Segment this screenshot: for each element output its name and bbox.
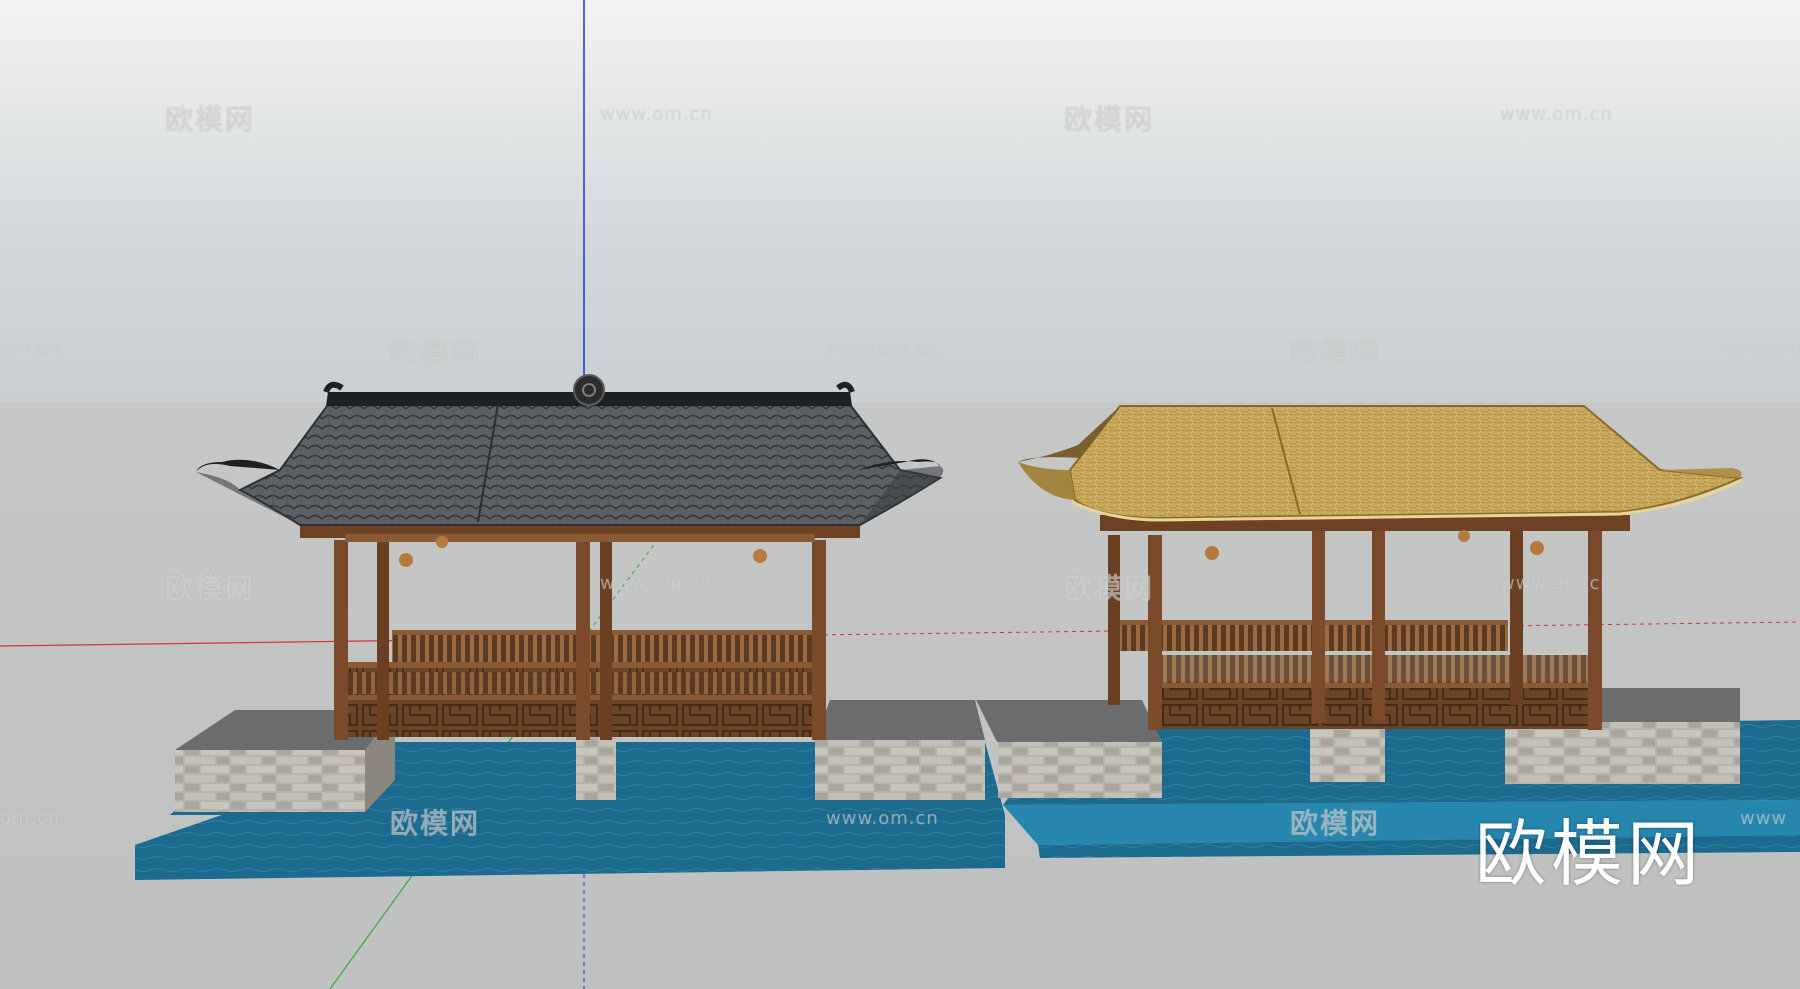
watermark-url: www.om.cn <box>600 104 713 125</box>
watermark-url: www.om.cn <box>1500 104 1613 125</box>
watermark-url: www.om.cn <box>1725 338 1800 359</box>
watermark-logo: 欧模网 <box>1064 103 1155 136</box>
tile-roof-pavilion[interactable] <box>135 374 1005 880</box>
watermark-logo: 欧模网 <box>1290 337 1381 370</box>
sketchup-viewport[interactable]: 欧模网 www.om.cn 欧模网 www.om.cn om.cn 欧模网 ww… <box>0 0 1800 989</box>
stone-pier-right-center <box>1310 722 1385 782</box>
watermark-url: www.om.cn <box>600 573 713 594</box>
hanging-ornament <box>1458 530 1470 542</box>
watermark-logo: 欧模网 <box>390 337 481 370</box>
watermark-url: www <box>1740 808 1788 829</box>
hanging-ornament <box>1530 541 1544 555</box>
column <box>1510 530 1523 705</box>
hanging-ornament <box>436 536 448 548</box>
brand-watermark: 欧模网 <box>1475 812 1704 896</box>
column <box>1372 528 1385 723</box>
tile-roof <box>237 401 943 526</box>
watermark-url: om.cn <box>0 808 61 829</box>
hanging-ornament <box>753 549 767 563</box>
column <box>377 540 389 740</box>
watermark-url: www.om.cn <box>826 808 939 829</box>
thatch-roof <box>1068 405 1744 520</box>
watermark-logo: 欧模网 <box>390 807 481 840</box>
hanging-ornament <box>1205 546 1219 560</box>
stone-pier-center <box>576 735 616 800</box>
column <box>1108 535 1120 705</box>
column <box>1588 530 1602 730</box>
watermark-logo: 欧模网 <box>165 103 256 136</box>
stone-pier-right <box>815 700 985 800</box>
hanging-ornament <box>399 553 413 567</box>
thatch-roof-pavilion[interactable] <box>976 405 1800 858</box>
ridge-ornament <box>573 374 605 406</box>
flying-eave-corner-left <box>196 459 280 472</box>
column <box>812 540 826 740</box>
watermark-logo: 欧模网 <box>1064 572 1155 605</box>
watermark-logo: 欧模网 <box>165 572 256 605</box>
column <box>334 540 348 740</box>
watermark-logo: 欧模网 <box>1290 807 1381 840</box>
stone-pier-right-left <box>976 700 1162 798</box>
column <box>576 532 590 740</box>
watermark-url: om.cn <box>0 338 61 359</box>
watermark-url: www.om.cn <box>826 338 939 359</box>
column <box>1312 528 1325 723</box>
thatch-eave-left <box>1018 462 1075 500</box>
watermark-url: www.om.cn <box>1500 573 1613 594</box>
column <box>1148 535 1162 730</box>
column <box>600 532 612 740</box>
